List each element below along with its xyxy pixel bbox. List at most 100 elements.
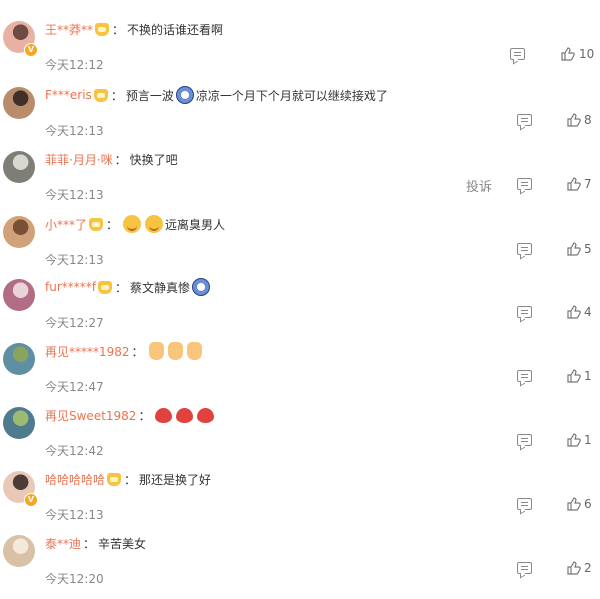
crying-emoji-icon <box>192 278 211 296</box>
thumbs-up-icon[interactable] <box>561 47 575 61</box>
vip-crown-icon <box>93 88 108 102</box>
thumbs-up-icon[interactable] <box>567 305 581 319</box>
thumb-emoji-icon <box>148 342 164 360</box>
comment-icon[interactable] <box>517 114 532 126</box>
like-count: 1 <box>584 369 592 383</box>
thumbs-up-icon[interactable] <box>567 369 581 383</box>
comment-text-continued: 凉凉一个月下个月就可以继续接戏了 <box>195 88 388 103</box>
avatar[interactable] <box>3 407 35 439</box>
heart-emoji-icon <box>197 407 215 423</box>
colon-separator: ： <box>131 344 144 359</box>
heart-emoji-icon <box>176 407 194 423</box>
comment-text: 预言一波 <box>125 88 174 103</box>
comment-text: 辛苦美女 <box>98 536 147 551</box>
comment-item: fur*****f ：蔡文静真惨 今天12:27 4 <box>0 276 600 340</box>
comment-item: 泰**迪：辛苦美女今天12:20 2 <box>0 532 600 596</box>
avatar[interactable] <box>3 343 35 375</box>
colon-separator: ： <box>124 472 137 487</box>
comment-time: 今天12:12 <box>45 58 104 72</box>
smile-emoji-icon <box>123 215 142 233</box>
comment-text: 那还是换了好 <box>139 472 212 487</box>
username-link[interactable]: 再见*****1982 <box>45 343 130 360</box>
colon-separator: ： <box>110 88 123 103</box>
username-link[interactable]: F***eris <box>45 88 92 102</box>
comment-icon[interactable] <box>517 434 532 446</box>
comment-time: 今天12:13 <box>45 124 104 138</box>
comment-line: 再见Sweet1982： <box>45 405 216 425</box>
comment-icon[interactable] <box>517 498 532 510</box>
comment-item: V 王**莽** ：不换的话谁还看啊今天12:12 10 <box>0 18 600 82</box>
username-link[interactable]: 小***了 <box>45 216 87 233</box>
username-link[interactable]: fur*****f <box>45 280 96 294</box>
like-count: 10 <box>579 47 595 61</box>
like-count: 6 <box>584 497 592 511</box>
avatar[interactable] <box>3 279 35 311</box>
thumbs-up-icon[interactable] <box>567 177 581 191</box>
comment-icon[interactable] <box>517 370 532 382</box>
avatar[interactable] <box>3 535 35 567</box>
thumbs-up-icon[interactable] <box>567 113 581 127</box>
comment-icon[interactable] <box>517 243 532 255</box>
comment-line: 王**莽** ：不换的话谁还看啊 <box>45 19 223 39</box>
username-link[interactable]: 哈哈哈哈哈 <box>45 471 105 488</box>
crying-emoji-icon <box>175 86 194 104</box>
comment-time: 今天12:42 <box>45 444 104 458</box>
comment-icon[interactable] <box>517 178 532 190</box>
comment-icon[interactable] <box>517 562 532 574</box>
comment-item: F***eris ：预言一波 凉凉一个月下个月就可以继续接戏了今天12:13 8 <box>0 84 600 148</box>
comment-text: 远离臭男人 <box>165 217 226 232</box>
comment-line: 再见*****1982： <box>45 341 204 361</box>
thumb-emoji-icon <box>167 342 183 360</box>
comment-item: 小***了 ： 远离臭男人今天12:13 5 <box>0 213 600 277</box>
comment-item: V 哈哈哈哈哈 ：那还是换了好今天12:13 6 <box>0 468 600 532</box>
vip-crown-icon <box>107 472 122 486</box>
comment-time: 今天12:20 <box>45 572 104 586</box>
avatar[interactable] <box>3 151 35 183</box>
comment-time: 今天12:13 <box>45 508 104 522</box>
comment-text: 快换了吧 <box>129 152 178 167</box>
like-count: 5 <box>584 242 592 256</box>
comment-time: 今天12:13 <box>45 253 104 267</box>
verified-badge-icon: V <box>24 43 38 57</box>
comment-time: 今天12:13 <box>45 188 104 202</box>
comment-item: 菲菲·月月·咪：快换了吧今天12:13 7 投诉 <box>0 148 600 212</box>
like-count: 7 <box>584 177 592 191</box>
comment-line: 小***了 ： 远离臭男人 <box>45 214 225 234</box>
comment-icon[interactable] <box>510 48 525 60</box>
username-link[interactable]: 王**莽** <box>45 21 93 38</box>
username-link[interactable]: 泰**迪 <box>45 535 81 552</box>
thumbs-up-icon[interactable] <box>567 561 581 575</box>
like-count: 2 <box>584 561 592 575</box>
colon-separator: ： <box>138 408 151 423</box>
comment-text: 不换的话谁还看啊 <box>127 22 224 37</box>
comment-icon[interactable] <box>517 306 532 318</box>
vip-crown-icon <box>95 22 110 36</box>
comment-item: 再见Sweet1982： 今天12:42 1 <box>0 404 600 468</box>
like-count: 8 <box>584 113 592 127</box>
like-count: 1 <box>584 433 592 447</box>
avatar[interactable] <box>3 216 35 248</box>
thumbs-up-icon[interactable] <box>567 497 581 511</box>
colon-separator: ： <box>115 280 128 295</box>
comment-line: 泰**迪：辛苦美女 <box>45 533 146 553</box>
comment-item: 再见*****1982： 今天12:47 1 <box>0 340 600 404</box>
heart-emoji-icon <box>155 407 173 423</box>
username-link[interactable]: 再见Sweet1982 <box>45 407 136 424</box>
comment-text: 蔡文静真惨 <box>130 280 191 295</box>
thumbs-up-icon[interactable] <box>567 433 581 447</box>
colon-separator: ： <box>106 217 119 232</box>
comment-time: 今天12:27 <box>45 316 104 330</box>
smile-emoji-icon <box>145 215 164 233</box>
comment-line: 菲菲·月月·咪：快换了吧 <box>45 149 178 169</box>
comment-line: fur*****f ：蔡文静真惨 <box>45 277 212 297</box>
comment-time: 今天12:47 <box>45 380 104 394</box>
comment-line: F***eris ：预言一波 凉凉一个月下个月就可以继续接戏了 <box>45 85 388 105</box>
colon-separator: ： <box>83 536 96 551</box>
avatar[interactable] <box>3 87 35 119</box>
verified-badge-icon: V <box>24 493 38 507</box>
vip-crown-icon <box>98 280 112 294</box>
thumbs-up-icon[interactable] <box>567 242 581 256</box>
thumb-emoji-icon <box>186 342 202 360</box>
report-button[interactable]: 投诉 <box>466 176 492 195</box>
username-link[interactable]: 菲菲·月月·咪 <box>45 151 113 168</box>
